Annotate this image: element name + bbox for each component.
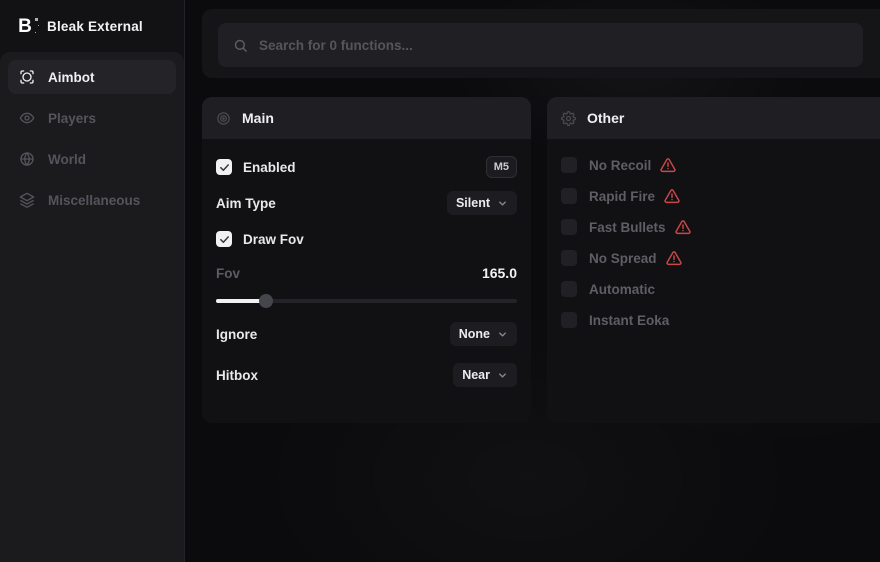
no-recoil-checkbox[interactable]: [561, 157, 577, 173]
aim-type-dropdown[interactable]: Silent: [447, 191, 517, 215]
warning-icon: [660, 157, 676, 173]
sidebar-item-world[interactable]: World: [8, 142, 176, 176]
ignore-row: Ignore None: [216, 321, 517, 347]
chevron-down-icon: [497, 370, 508, 381]
hitbox-row: Hitbox Near: [216, 362, 517, 388]
sidebar-item-label: Players: [48, 111, 96, 126]
sidebar-nav: Aimbot Players World: [0, 52, 184, 562]
aim-type-label: Aim Type: [216, 196, 276, 211]
sidebar: B Bleak External Aimbot: [0, 0, 185, 562]
panels-row: Main Enabled M5 Aim Type Silent: [202, 97, 880, 423]
warning-icon: [666, 250, 682, 266]
panel-main-body: Enabled M5 Aim Type Silent: [202, 139, 531, 388]
hitbox-value: Near: [462, 368, 490, 382]
panel-other-body: No Recoil Rapid Fire: [547, 139, 880, 328]
target-icon: [216, 111, 231, 126]
app-title: Bleak External: [47, 19, 143, 34]
no-recoil-label: No Recoil: [589, 158, 651, 173]
sidebar-item-aimbot[interactable]: Aimbot: [8, 60, 176, 94]
draw-fov-row: Draw Fov: [216, 226, 517, 252]
layers-icon: [19, 192, 35, 208]
other-row-no-spread: No Spread: [561, 250, 880, 266]
rapid-fire-checkbox[interactable]: [561, 188, 577, 204]
panel-other: Other No Recoil: [547, 97, 880, 423]
fov-slider[interactable]: [216, 294, 517, 308]
sidebar-item-label: World: [48, 152, 86, 167]
aim-type-value: Silent: [456, 196, 490, 210]
check-icon: [219, 162, 230, 173]
automatic-checkbox[interactable]: [561, 281, 577, 297]
ignore-label: Ignore: [216, 327, 257, 342]
chevron-down-icon: [497, 198, 508, 209]
search-container: [202, 9, 880, 78]
other-row-fast-bullets: Fast Bullets: [561, 219, 880, 235]
aim-type-row: Aim Type Silent: [216, 190, 517, 216]
other-row-automatic: Automatic: [561, 281, 880, 297]
check-icon: [219, 234, 230, 245]
other-row-no-recoil: No Recoil: [561, 157, 880, 173]
instant-eoka-label: Instant Eoka: [589, 313, 669, 328]
panel-title: Main: [242, 110, 274, 126]
gear-icon: [561, 111, 576, 126]
warning-icon: [664, 188, 680, 204]
sidebar-item-players[interactable]: Players: [8, 101, 176, 135]
sidebar-header: B Bleak External: [0, 0, 184, 52]
logo-glyph: B: [18, 17, 32, 36]
other-row-instant-eoka: Instant Eoka: [561, 312, 880, 328]
search-box[interactable]: [218, 23, 863, 67]
hitbox-dropdown[interactable]: Near: [453, 363, 517, 387]
keybind-badge[interactable]: M5: [486, 156, 517, 178]
crosshair-icon: [19, 69, 35, 85]
ignore-dropdown[interactable]: None: [450, 322, 517, 346]
app-window: B Bleak External Aimbot: [0, 0, 880, 562]
fast-bullets-label: Fast Bullets: [589, 220, 666, 235]
warning-icon: [675, 219, 691, 235]
main-content: Main Enabled M5 Aim Type Silent: [185, 0, 880, 562]
instant-eoka-checkbox[interactable]: [561, 312, 577, 328]
draw-fov-checkbox[interactable]: [216, 231, 232, 247]
panel-other-header: Other: [547, 97, 880, 139]
sidebar-item-miscellaneous[interactable]: Miscellaneous: [8, 183, 176, 217]
globe-icon: [19, 151, 35, 167]
app-logo-icon: B: [14, 15, 36, 37]
eye-icon: [19, 110, 35, 126]
fov-row: Fov 165.0: [216, 264, 517, 282]
sidebar-item-label: Aimbot: [48, 70, 95, 85]
search-icon: [233, 38, 248, 53]
fov-value: 165.0: [482, 265, 517, 281]
automatic-label: Automatic: [589, 282, 655, 297]
draw-fov-label: Draw Fov: [243, 232, 304, 247]
enabled-label: Enabled: [243, 160, 296, 175]
no-spread-label: No Spread: [589, 251, 657, 266]
no-spread-checkbox[interactable]: [561, 250, 577, 266]
panel-main: Main Enabled M5 Aim Type Silent: [202, 97, 531, 423]
fov-label: Fov: [216, 266, 240, 281]
panel-main-header: Main: [202, 97, 531, 139]
rapid-fire-label: Rapid Fire: [589, 189, 655, 204]
enabled-row: Enabled M5: [216, 154, 517, 180]
search-input[interactable]: [259, 38, 848, 53]
ignore-value: None: [459, 327, 490, 341]
other-row-rapid-fire: Rapid Fire: [561, 188, 880, 204]
panel-title: Other: [587, 110, 624, 126]
fast-bullets-checkbox[interactable]: [561, 219, 577, 235]
sidebar-item-label: Miscellaneous: [48, 193, 140, 208]
chevron-down-icon: [497, 329, 508, 340]
slider-thumb[interactable]: [259, 294, 273, 308]
hitbox-label: Hitbox: [216, 368, 258, 383]
enabled-checkbox[interactable]: [216, 159, 232, 175]
